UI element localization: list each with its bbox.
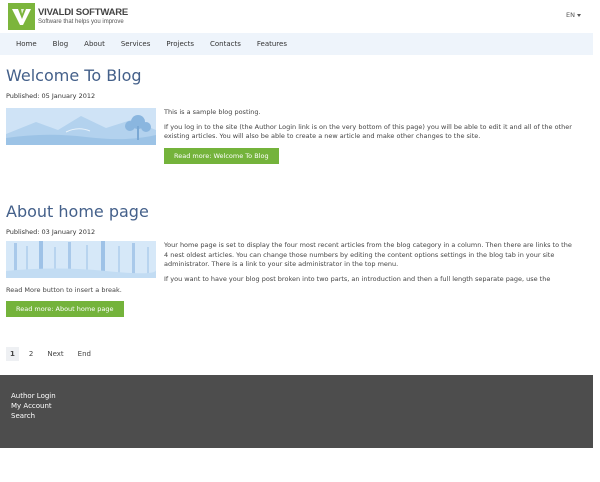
article-body: This is a sample blog posting. If you lo…: [164, 108, 574, 147]
footer-link-my-account[interactable]: My Account: [11, 401, 593, 411]
article-date: Published: 03 January 2012: [6, 228, 96, 236]
article-break-note: Read More button to insert a break.: [6, 286, 122, 294]
read-more-button[interactable]: Read more: Welcome To Blog: [164, 148, 279, 164]
nav-item-projects[interactable]: Projects: [166, 40, 194, 48]
article-thumbnail: [6, 241, 156, 278]
article-paragraph: If you log in to the site (the Author Lo…: [164, 122, 572, 141]
pagination: 1 2 Next End: [6, 347, 101, 361]
read-more-button[interactable]: Read more: About home page: [6, 301, 124, 317]
main-nav: Home Blog About Services Projects Contac…: [0, 33, 593, 55]
nav-item-features[interactable]: Features: [257, 40, 287, 48]
page-link-2[interactable]: 2: [25, 347, 37, 361]
nav-item-about[interactable]: About: [84, 40, 105, 48]
site-footer: Author Login My Account Search: [0, 375, 593, 448]
article-paragraph: Your home page is set to display the fou…: [164, 241, 572, 268]
logo-text: VIVALDI SOFTWARE Software that helps you…: [38, 8, 128, 26]
page-link-1[interactable]: 1: [6, 347, 19, 361]
article-about-home: About home page Published: 03 January 20…: [6, 202, 586, 322]
article-body: Your home page is set to display the fou…: [164, 241, 574, 289]
footer-link-search[interactable]: Search: [11, 411, 593, 421]
site-header: VIVALDI SOFTWARE Software that helps you…: [0, 0, 593, 33]
language-label: EN: [566, 11, 575, 19]
article-thumbnail: [6, 108, 156, 145]
article-date: Published: 05 January 2012: [6, 92, 96, 100]
page: VIVALDI SOFTWARE Software that helps you…: [0, 0, 600, 482]
vivaldi-logo-icon: [8, 3, 35, 30]
article-title[interactable]: About home page: [6, 202, 586, 221]
article-paragraph: This is a sample blog posting.: [164, 108, 261, 116]
nav-item-services[interactable]: Services: [121, 40, 151, 48]
logo-tagline: Software that helps you improve: [38, 19, 124, 26]
page-link-next[interactable]: Next: [43, 347, 67, 361]
language-selector[interactable]: EN: [566, 11, 581, 19]
article-paragraph: If you want to have your blog post broke…: [164, 274, 551, 283]
article-title[interactable]: Welcome To Blog: [6, 66, 586, 85]
nav-item-contacts[interactable]: Contacts: [210, 40, 241, 48]
page-link-end[interactable]: End: [74, 347, 95, 361]
site-logo[interactable]: VIVALDI SOFTWARE Software that helps you…: [8, 3, 128, 30]
nav-item-blog[interactable]: Blog: [53, 40, 68, 48]
article-welcome: Welcome To Blog Published: 05 January 20…: [6, 66, 586, 176]
caret-down-icon: [576, 13, 581, 17]
nav-item-home[interactable]: Home: [16, 40, 37, 48]
logo-name: VIVALDI SOFTWARE: [38, 6, 129, 18]
footer-link-author-login[interactable]: Author Login: [11, 391, 593, 401]
